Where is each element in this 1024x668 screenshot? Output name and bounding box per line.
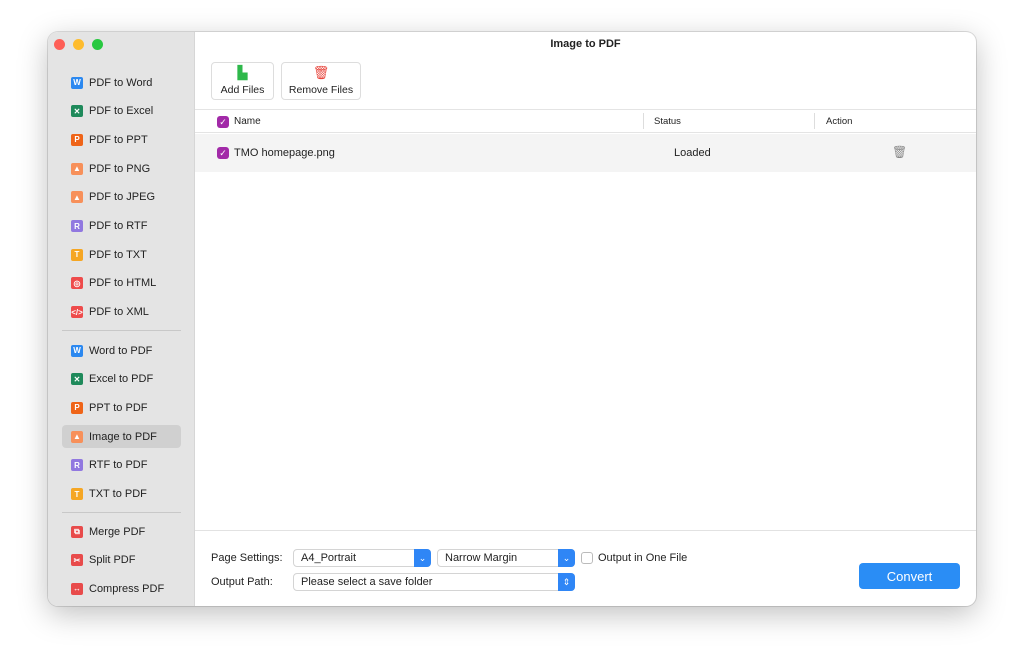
sidebar-item-label: PDF to Excel [89, 105, 154, 118]
sidebar-item-pdf-to-html[interactable]: ◎ PDF to HTML [62, 272, 181, 295]
file-type-icon: P [71, 133, 83, 146]
sidebar-item-label: TXT to PDF [89, 488, 147, 500]
add-files-label: Add Files [220, 84, 265, 96]
settings-panel: Page Settings: A4_Portrait ⌄ Narrow Margi… [195, 530, 976, 606]
sidebar-item-label: Merge PDF [89, 525, 146, 538]
output-one-file-checkbox[interactable] [581, 552, 593, 564]
sidebar-item-txt-to-pdf[interactable]: T TXT to PDF [62, 483, 181, 506]
select-all-checkbox[interactable]: ✓ [217, 116, 229, 128]
file-type-icon: ✂ [71, 554, 83, 567]
page-size-select[interactable]: A4_Portrait ⌄ [293, 549, 431, 567]
file-name: TMO homepage.png [234, 147, 335, 159]
sidebar-item-label: PDF to XML [89, 306, 149, 319]
window-controls [54, 39, 103, 50]
page-settings-label: Page Settings: [211, 552, 283, 564]
app-window: W PDF to Word ✕ PDF to Excel P PDF to PPT ▲ PDF… [48, 32, 976, 606]
sidebar-item-label: PDF to PNG [89, 162, 151, 175]
file-type-icon: ✕ [71, 105, 83, 118]
table-row[interactable]: ✓ TMO homepage.png Loaded 🗑 [195, 134, 976, 172]
remove-files-label: Remove Files [288, 84, 354, 96]
sidebar-item-image-to-pdf[interactable]: ▲ Image to PDF [62, 425, 181, 449]
window-title: Image to PDF [550, 38, 621, 50]
sidebar-item-label: Excel to PDF [89, 373, 154, 386]
file-type-icon: ✕ [71, 373, 83, 386]
sidebar-item-split-pdf[interactable]: ✂ Split PDF [62, 549, 181, 572]
file-type-icon: ⧉ [71, 525, 83, 538]
sidebar-item-label: Image to PDF [89, 430, 157, 443]
sidebar-item-pdf-to-word[interactable]: W PDF to Word [62, 71, 181, 94]
sidebar-item-label: PDF to RTF [89, 220, 148, 232]
column-status[interactable]: Status [654, 116, 681, 127]
minimize-button[interactable] [73, 39, 84, 50]
column-action: Action [826, 116, 853, 127]
output-one-file-label[interactable]: Output in One File [598, 552, 687, 564]
sidebar-item-merge-pdf[interactable]: ⧉ Merge PDF [62, 520, 181, 543]
trash-icon: 🗑 [312, 65, 330, 80]
sidebar-item-pdf-to-excel[interactable]: ✕ PDF to Excel [62, 100, 181, 123]
remove-files-button[interactable]: 🗑 Remove Files [281, 62, 361, 100]
add-file-icon: ▙ [237, 65, 248, 80]
sidebar-item-pdf-to-ppt[interactable]: P PDF to PPT [62, 128, 181, 151]
output-path-select[interactable]: Please select a save folder ⇕ [293, 573, 575, 591]
chevron-down-icon: ⌄ [558, 549, 575, 567]
file-type-icon: ▲ [71, 162, 83, 175]
sidebar-item-word-to-pdf[interactable]: W Word to PDF [62, 339, 181, 362]
file-type-icon: </> [71, 306, 83, 319]
sidebar-item-label: PDF to TXT [89, 248, 147, 261]
row-checkbox[interactable]: ✓ [217, 147, 229, 159]
convert-button[interactable]: Convert [859, 563, 960, 589]
file-type-icon: W [71, 76, 83, 89]
output-path-value: Please select a save folder [301, 576, 433, 588]
file-type-icon: ◎ [71, 277, 83, 290]
column-name[interactable]: Name [234, 116, 261, 127]
file-type-icon: T [71, 488, 83, 500]
sidebar-item-rtf-to-pdf[interactable]: R RTF to PDF [62, 454, 181, 477]
file-type-icon: T [71, 248, 83, 261]
file-type-icon: ▲ [71, 430, 83, 443]
file-type-icon: ▲ [71, 191, 83, 204]
sidebar-item-pdf-to-png[interactable]: ▲ PDF to PNG [62, 157, 181, 180]
sidebar-item-label: PDF to HTML [89, 277, 157, 290]
file-status: Loaded [674, 147, 711, 159]
file-type-icon: R [71, 459, 83, 472]
sidebar-item-pdf-to-xml[interactable]: </> PDF to XML [62, 301, 181, 324]
close-button[interactable] [54, 39, 65, 50]
sidebar-item-pdf-to-rtf[interactable]: R PDF to RTF [62, 215, 181, 238]
sidebar-item-label: PDF to Word [89, 76, 153, 89]
sidebar: W PDF to Word ✕ PDF to Excel P PDF to PPT ▲ PDF… [48, 32, 195, 606]
table-header: ✓ Name Status Action [195, 109, 976, 133]
sidebar-item-ppt-to-pdf[interactable]: P PPT to PDF [62, 396, 181, 419]
sidebar-item-pdf-to-txt[interactable]: T PDF to TXT [62, 243, 181, 266]
file-type-icon: P [71, 401, 83, 414]
file-type-icon: W [71, 344, 83, 357]
zoom-button[interactable] [92, 39, 103, 50]
sidebar-item-label: PDF to PPT [89, 133, 148, 146]
sidebar-item-label: Split PDF [89, 554, 136, 567]
sidebar-item-label: PPT to PDF [89, 401, 148, 414]
margin-select[interactable]: Narrow Margin ⌄ [437, 549, 575, 567]
page-size-value: A4_Portrait [301, 552, 357, 564]
sidebar-divider [62, 330, 181, 331]
margin-value: Narrow Margin [445, 552, 518, 564]
add-files-button[interactable]: ▙ Add Files [211, 62, 274, 100]
chevron-updown-icon: ⇕ [558, 573, 575, 591]
output-path-label: Output Path: [211, 576, 273, 588]
sidebar-item-label: RTF to PDF [89, 459, 148, 472]
file-type-icon: R [71, 220, 83, 232]
sidebar-divider [62, 512, 181, 513]
chevron-down-icon: ⌄ [414, 549, 431, 567]
sidebar-item-label: Compress PDF [89, 582, 165, 595]
sidebar-item-label: PDF to JPEG [89, 191, 156, 204]
sidebar-item-label: Word to PDF [89, 344, 153, 357]
sidebar-item-excel-to-pdf[interactable]: ✕ Excel to PDF [62, 368, 181, 391]
delete-row-icon[interactable]: 🗑 [892, 145, 907, 159]
sidebar-item-compress-pdf[interactable]: ↔ Compress PDF [62, 577, 181, 600]
sidebar-item-pdf-to-jpeg[interactable]: ▲ PDF to JPEG [62, 186, 181, 209]
file-type-icon: ↔ [71, 582, 83, 595]
